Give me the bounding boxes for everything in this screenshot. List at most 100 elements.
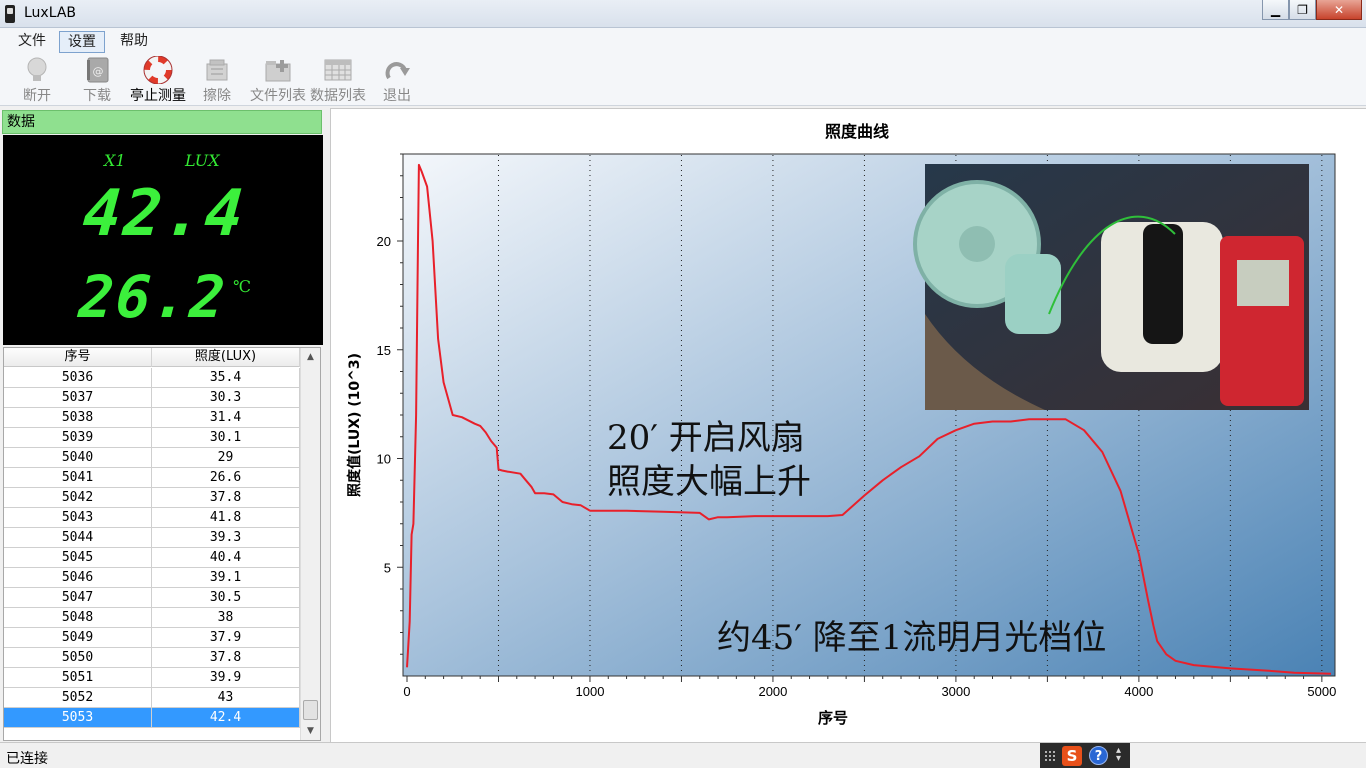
restore-button[interactable]: ❐ xyxy=(1289,0,1316,20)
cell-index: 5051 xyxy=(4,668,152,687)
table-row[interactable]: 5038 31.4 xyxy=(4,408,300,428)
table-row[interactable]: 5048 38 xyxy=(4,608,300,628)
cell-lux: 39.3 xyxy=(152,528,300,547)
table-row[interactable]: 5043 41.8 xyxy=(4,508,300,528)
column-header-lux[interactable]: 照度(LUX) xyxy=(152,348,300,367)
table-row[interactable]: 5046 39.1 xyxy=(4,568,300,588)
temperature-readout: 26.2 xyxy=(76,263,230,331)
menu-file[interactable]: 文件 xyxy=(10,31,54,53)
data-panel-header: 数据 xyxy=(2,110,322,134)
y-tick-label: 15 xyxy=(377,343,391,358)
menu-help[interactable]: 帮助 xyxy=(112,31,156,53)
cell-lux: 35.4 xyxy=(152,368,300,387)
cell-index: 5052 xyxy=(4,688,152,707)
exit-button[interactable]: 退出 xyxy=(382,56,412,105)
cell-index: 5039 xyxy=(4,428,152,447)
file-list-button[interactable]: 文件列表 xyxy=(250,56,306,105)
table-row[interactable]: 5049 37.9 xyxy=(4,628,300,648)
ime-logo-icon[interactable]: S xyxy=(1062,746,1082,766)
menu-settings[interactable]: 设置 xyxy=(59,31,105,53)
cell-index: 5037 xyxy=(4,388,152,407)
table-row[interactable]: 5037 30.3 xyxy=(4,388,300,408)
cell-lux: 37.9 xyxy=(152,628,300,647)
disconnect-button[interactable]: 断开 xyxy=(22,56,52,105)
table-row[interactable]: 5042 37.8 xyxy=(4,488,300,508)
folder-add-icon xyxy=(263,56,293,84)
cell-index: 5042 xyxy=(4,488,152,507)
x-tick-label: 3000 xyxy=(941,684,970,699)
table-row[interactable]: 5050 37.8 xyxy=(4,648,300,668)
column-header-index[interactable]: 序号 xyxy=(4,348,152,367)
chart-panel: 0 1000 2000 3000 4000 5000 5 10 15 20 照度曲线 序号 照度值(LU… xyxy=(330,108,1366,742)
cell-index: 5046 xyxy=(4,568,152,587)
lifebuoy-icon xyxy=(143,56,173,84)
table-row[interactable]: 5036 35.4 xyxy=(4,368,300,388)
cell-index: 5053 xyxy=(4,708,152,727)
bulb-icon xyxy=(22,56,52,84)
data-table[interactable]: 序号 照度(LUX) 5036 35.4 5037 30.3 5038 31.4 5039 3… xyxy=(3,347,321,741)
y-tick-label: 20 xyxy=(377,234,391,249)
cell-index: 5044 xyxy=(4,528,152,547)
x-tick-label: 0 xyxy=(403,684,410,699)
cell-lux: 29 xyxy=(152,448,300,467)
window-controls: ▁ ❐ ✕ xyxy=(1262,0,1362,20)
cell-index: 5045 xyxy=(4,548,152,567)
table-row[interactable]: 5047 30.5 xyxy=(4,588,300,608)
data-list-button[interactable]: 数据列表 xyxy=(310,56,366,105)
scroll-up-arrow-icon[interactable]: ▲ xyxy=(301,349,320,365)
table-row[interactable]: 5045 40.4 xyxy=(4,548,300,568)
table-row[interactable]: 5040 29 xyxy=(4,448,300,468)
menu-bar: 文件 设置 帮助 xyxy=(0,28,1366,54)
table-header: 序号 照度(LUX) xyxy=(4,348,300,367)
eraser-icon xyxy=(202,56,232,84)
cell-index: 5040 xyxy=(4,448,152,467)
cell-lux: 31.4 xyxy=(152,408,300,427)
grid-table-icon xyxy=(323,56,353,84)
redo-arrow-icon xyxy=(382,56,412,84)
cell-lux: 37.8 xyxy=(152,648,300,667)
photo-fan-hub xyxy=(959,226,995,262)
photo-fan-base xyxy=(1005,254,1061,334)
channel-label: X1 xyxy=(104,151,126,170)
table-body: 5036 35.4 5037 30.3 5038 31.4 5039 30.1 5040 29 50… xyxy=(4,368,300,728)
svg-text:@: @ xyxy=(93,65,104,78)
scroll-thumb[interactable] xyxy=(303,700,318,720)
table-row[interactable]: 5053 42.4 xyxy=(4,708,300,728)
erase-button[interactable]: 擦除 xyxy=(202,56,232,105)
window-title: LuxLAB xyxy=(24,5,77,21)
cell-lux: 26.6 xyxy=(152,468,300,487)
title-bar: LuxLAB ▁ ❐ ✕ xyxy=(0,0,1366,28)
close-button[interactable]: ✕ xyxy=(1316,0,1362,20)
address-book-icon: @ xyxy=(82,56,112,84)
scroll-down-arrow-icon[interactable]: ▼ xyxy=(301,723,320,739)
stop-measure-button[interactable]: 亭止测量 xyxy=(130,56,186,105)
lux-readout: 42.4 xyxy=(80,177,248,251)
table-scrollbar[interactable]: ▲ ▼ xyxy=(300,348,320,740)
y-tick-label: 5 xyxy=(384,560,391,575)
cell-index: 5038 xyxy=(4,408,152,427)
temperature-unit: ℃ xyxy=(233,277,251,296)
table-row[interactable]: 5052 43 xyxy=(4,688,300,708)
x-tick-label: 4000 xyxy=(1124,684,1153,699)
cell-index: 5047 xyxy=(4,588,152,607)
table-row[interactable]: 5051 39.9 xyxy=(4,668,300,688)
cell-index: 5050 xyxy=(4,648,152,667)
unit-label: LUX xyxy=(185,151,220,170)
cell-lux: 30.5 xyxy=(152,588,300,607)
grip-icon[interactable] xyxy=(1044,750,1056,762)
table-row[interactable]: 5044 39.3 xyxy=(4,528,300,548)
table-row[interactable]: 5041 26.6 xyxy=(4,468,300,488)
cell-lux: 37.8 xyxy=(152,488,300,507)
cell-lux: 43 xyxy=(152,688,300,707)
x-tick-label: 5000 xyxy=(1307,684,1336,699)
x-axis-label: 序号 xyxy=(818,709,848,727)
y-axis-label: 照度值(LUX) (10^3) xyxy=(346,353,363,497)
cell-index: 5043 xyxy=(4,508,152,527)
help-icon[interactable]: ? xyxy=(1089,746,1108,765)
x-tick-label: 2000 xyxy=(758,684,787,699)
download-button[interactable]: @ 下载 xyxy=(82,56,112,105)
ime-toolbar: S ? ▴ ▾ xyxy=(1040,743,1130,768)
table-row[interactable]: 5039 30.1 xyxy=(4,428,300,448)
minimize-button[interactable]: ▁ xyxy=(1262,0,1289,20)
more-icon[interactable]: ▴ ▾ xyxy=(1116,746,1121,764)
